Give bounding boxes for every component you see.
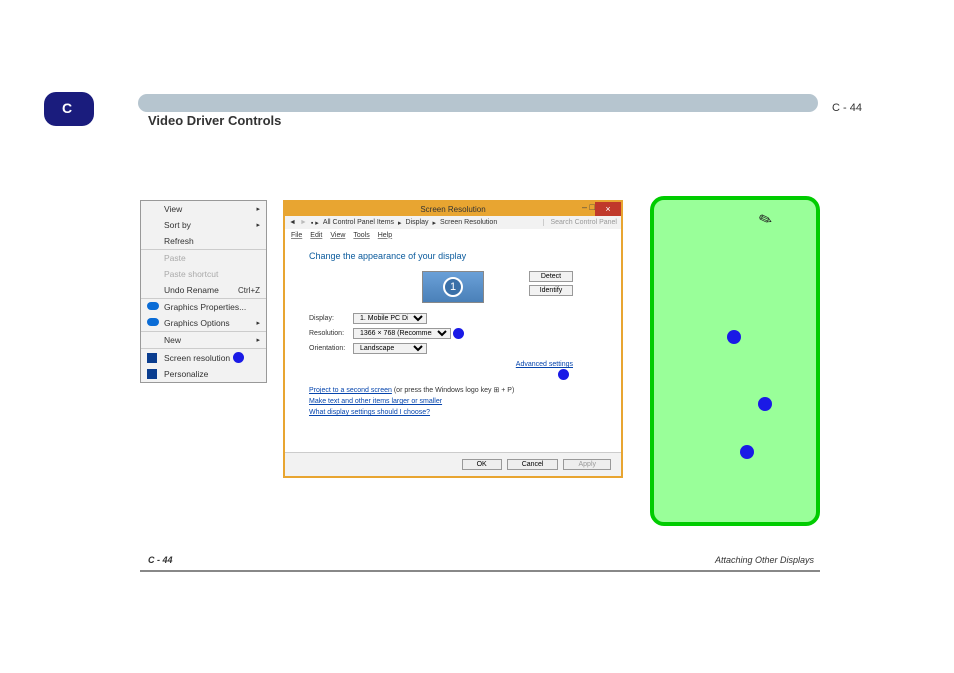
menu-paste: Paste	[141, 250, 266, 266]
nav-fwd-icon[interactable]: ►	[300, 219, 307, 226]
detect-button[interactable]: Detect	[529, 271, 573, 282]
apply-button[interactable]: Apply	[563, 459, 611, 470]
menu-graphics-options[interactable]: Graphics Options	[141, 315, 266, 331]
text-size-link[interactable]: Make text and other items larger or smal…	[309, 398, 442, 405]
ok-button[interactable]: OK	[462, 459, 502, 470]
orientation-select[interactable]: Landscape	[353, 343, 427, 354]
resolution-label: Resolution:	[309, 330, 353, 337]
titlebar[interactable]: Screen Resolution – □ ×	[285, 202, 621, 216]
project-link[interactable]: Project to a second screen	[309, 387, 392, 394]
window-title: Screen Resolution	[420, 205, 485, 214]
section-title: Video Driver Controls	[148, 113, 281, 128]
page-number-footer: C - 44	[148, 555, 173, 565]
callout-3-dot	[558, 369, 569, 380]
address-bar[interactable]: ◄ ► ▪ ▸ All Control Panel Items▸ Display…	[285, 216, 621, 229]
menubar: File Edit View Tools Help	[285, 229, 621, 241]
nav-back-icon[interactable]: ◄	[289, 219, 296, 226]
footer-right-text: Attaching Other Displays	[715, 555, 814, 565]
cancel-button[interactable]: Cancel	[507, 459, 559, 470]
callout-2-dot	[453, 328, 464, 339]
identify-button[interactable]: Identify	[529, 285, 573, 296]
advanced-settings-link[interactable]: Advanced settings	[516, 361, 573, 368]
menu-tools[interactable]: Tools	[353, 232, 369, 239]
menu-paste-shortcut: Paste shortcut	[141, 266, 266, 282]
menu-help[interactable]: Help	[378, 232, 392, 239]
desktop-context-menu: View Sort by Refresh Paste Paste shortcu…	[140, 200, 267, 383]
callout-1-dot	[233, 352, 244, 363]
menu-file[interactable]: File	[291, 232, 302, 239]
display-preview[interactable]: 1 Detect Identify	[309, 271, 597, 303]
content-header: Change the appearance of your display	[309, 251, 597, 261]
menu-refresh[interactable]: Refresh	[141, 233, 266, 249]
monitor-1[interactable]: 1	[422, 271, 484, 303]
menu-personalize[interactable]: Personalize	[141, 366, 266, 382]
screen-resolution-window: Screen Resolution – □ × ◄ ► ▪ ▸ All Cont…	[283, 200, 623, 478]
menu-edit[interactable]: Edit	[310, 232, 322, 239]
close-icon[interactable]: ×	[595, 202, 621, 216]
display-select[interactable]: 1. Mobile PC Display	[353, 313, 427, 324]
what-settings-link[interactable]: What display settings should I choose?	[309, 409, 430, 416]
resolution-select[interactable]: 1366 × 768 (Recommended)	[353, 328, 451, 339]
callout-3-ref	[758, 397, 772, 411]
note-panel: ✎	[650, 196, 820, 526]
menu-undo[interactable]: Undo RenameCtrl+Z	[141, 282, 266, 298]
orientation-label: Orientation:	[309, 345, 353, 352]
callout-4-ref	[740, 445, 754, 459]
footer-rule	[140, 570, 820, 572]
header-bar	[138, 94, 818, 112]
pen-icon: ✎	[756, 208, 775, 231]
menu-view-app[interactable]: View	[330, 232, 345, 239]
callout-2-ref	[727, 330, 741, 344]
appendix-letter: C	[62, 100, 72, 116]
window-footer: OK Cancel Apply	[285, 452, 621, 476]
menu-graphics-properties[interactable]: Graphics Properties...	[141, 299, 266, 315]
minimize-maximize[interactable]: – □	[582, 202, 595, 212]
display-label: Display:	[309, 315, 353, 322]
menu-screen-resolution[interactable]: Screen resolution	[141, 349, 266, 366]
page-number: C - 44	[832, 102, 862, 114]
search-input[interactable]: Search Control Panel	[543, 219, 617, 226]
menu-sortby[interactable]: Sort by	[141, 217, 266, 233]
menu-new[interactable]: New	[141, 332, 266, 348]
menu-view[interactable]: View	[141, 201, 266, 217]
